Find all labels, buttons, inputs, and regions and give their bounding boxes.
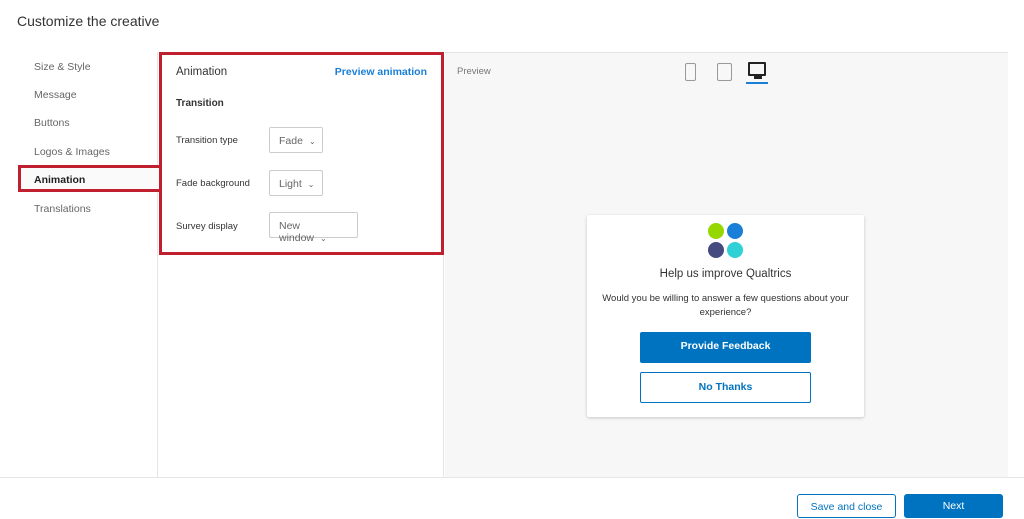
next-button[interactable]: Next [904, 494, 1003, 518]
preview-animation-link[interactable]: Preview animation [335, 66, 427, 78]
provide-feedback-button[interactable]: Provide Feedback [640, 332, 811, 363]
chevron-down-icon: ⌄ [308, 137, 316, 146]
preview-label: Preview [457, 66, 491, 77]
survey-display-label: Survey display [176, 221, 238, 232]
transition-type-label: Transition type [176, 135, 238, 146]
desktop-icon[interactable] [746, 62, 768, 84]
sidebar-item-buttons[interactable]: Buttons [34, 117, 70, 129]
logo-dot [708, 223, 724, 239]
sidebar-item-label: Animation [34, 174, 86, 186]
panel-heading: Animation [176, 66, 228, 78]
sidebar-nav: Size & Style Message Buttons Logos & Ima… [0, 52, 158, 477]
fade-background-label: Fade background [176, 178, 250, 189]
survey-display-select[interactable]: New window ⌄ [269, 212, 358, 244]
phone-icon[interactable] [685, 63, 696, 81]
card-title: Help us improve Qualtrics [659, 268, 792, 280]
sidebar-item-logos-images[interactable]: Logos & Images [34, 146, 110, 158]
select-value: Light [279, 178, 302, 190]
card-body: Would you be willing to answer a few que… [602, 293, 849, 318]
preview-area: Preview Help us improve Qualtrics Would … [445, 52, 1008, 477]
sidebar-item-animation[interactable]: Animation [18, 165, 161, 192]
save-and-close-button[interactable]: Save and close [797, 494, 896, 518]
transition-type-select[interactable]: Fade ⌄ [269, 127, 323, 153]
footer: Save and close Next [0, 477, 1024, 518]
no-thanks-button[interactable]: No Thanks [640, 372, 811, 403]
sidebar-item-size-style[interactable]: Size & Style [34, 61, 91, 73]
fade-background-select[interactable]: Light ⌄ [269, 170, 323, 196]
select-value: Fade [279, 135, 303, 147]
logo-dot [727, 242, 743, 258]
sidebar-item-translations[interactable]: Translations [34, 203, 91, 215]
tablet-icon[interactable] [717, 63, 732, 81]
section-heading: Transition [176, 98, 224, 109]
logo-dot [708, 242, 724, 258]
sidebar-item-message[interactable]: Message [34, 89, 77, 101]
animation-panel: Animation Preview animation Transition T… [159, 52, 444, 255]
page-title: Customize the creative [17, 13, 160, 29]
chevron-down-icon: ⌄ [307, 180, 315, 189]
chevron-down-icon: ⌄ [320, 234, 327, 243]
select-value: New window [279, 220, 315, 244]
feedback-card: Help us improve Qualtrics Would you be w… [587, 215, 864, 417]
panel-empty-area [159, 255, 444, 477]
logo-dot [727, 223, 743, 239]
